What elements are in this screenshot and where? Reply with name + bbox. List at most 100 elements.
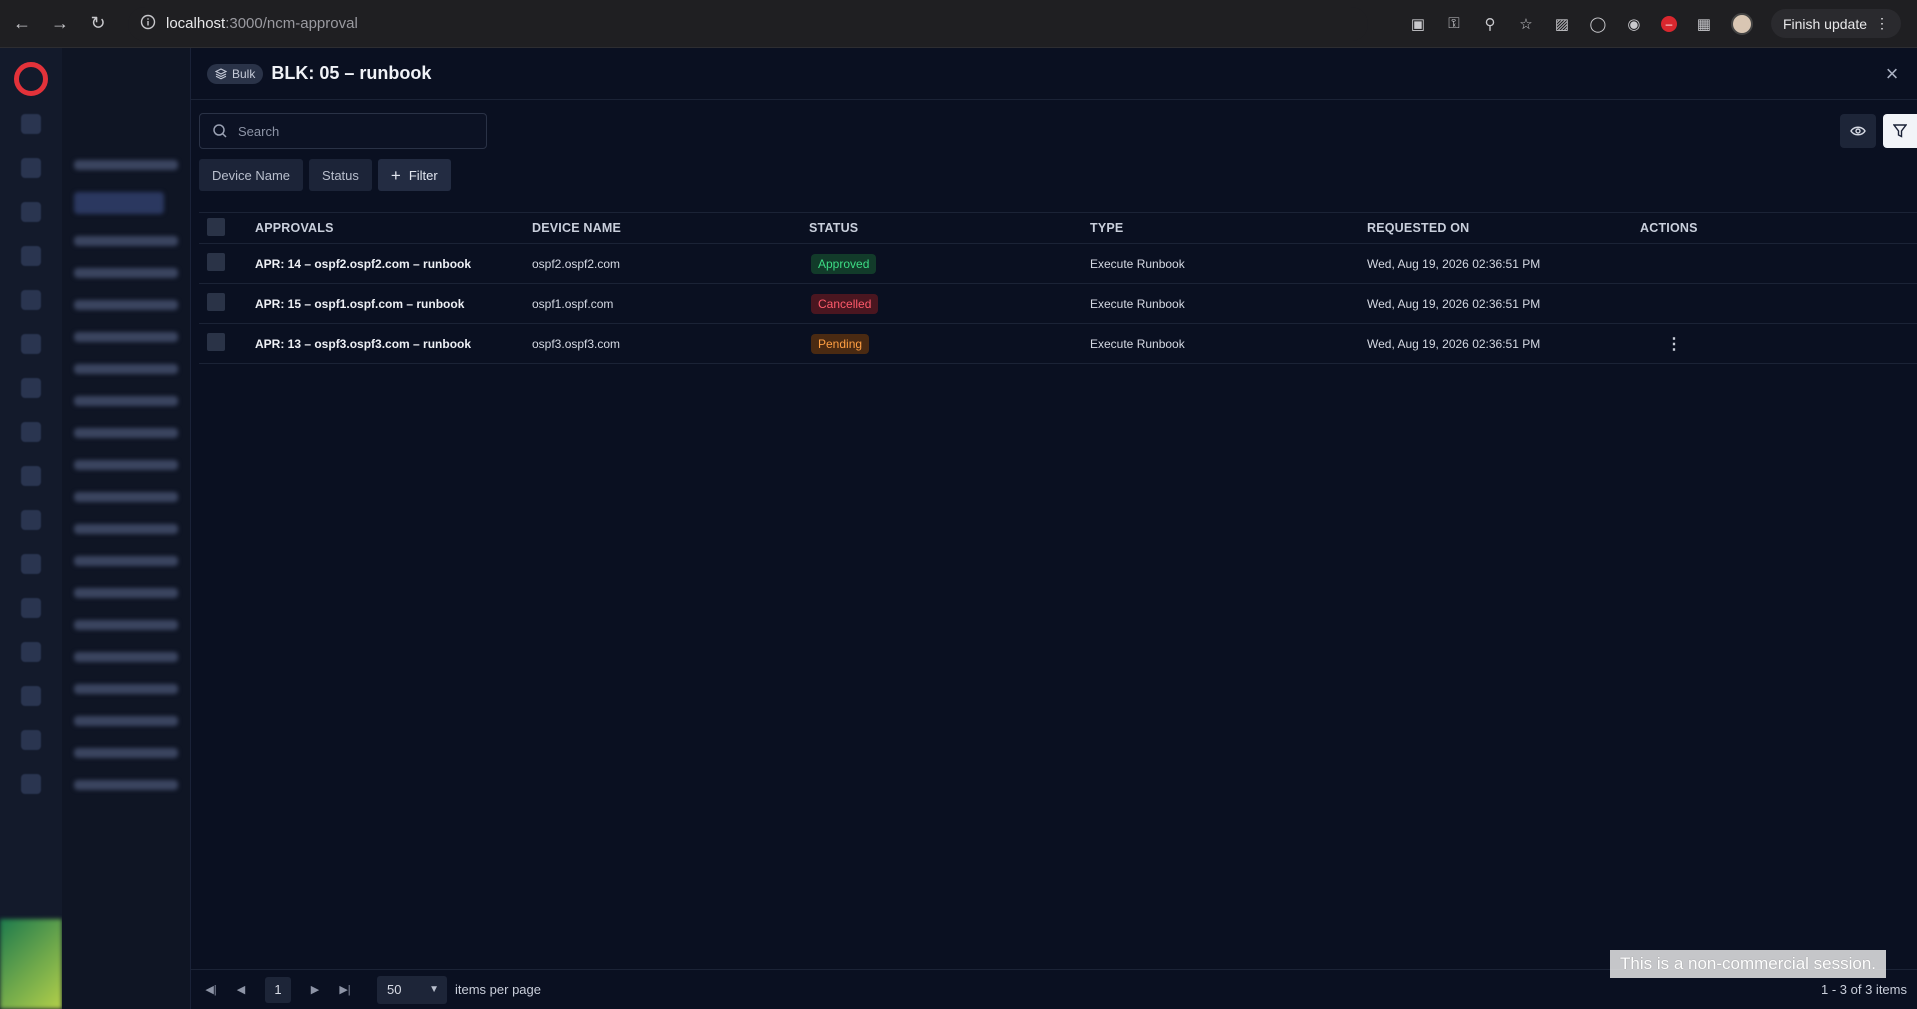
nav-icon[interactable] [21, 246, 41, 266]
finish-update-label: Finish update [1782, 15, 1867, 32]
browser-toolbar: ← → ↻ localhost:3000/ncm-approval ▣ ⚿ ⚲ … [0, 0, 1917, 48]
requested-on-value: Wed, Aug 19, 2026 02:36:51 PM [1367, 296, 1541, 311]
blocker-extension-icon[interactable]: – [1660, 15, 1677, 32]
app-icon-rail [0, 48, 62, 1009]
approval-name[interactable]: APR: 13 – ospf3.ospf3.com – runbook [255, 337, 532, 351]
type-value: Execute Runbook [1090, 296, 1185, 311]
nav-icon[interactable] [21, 422, 41, 442]
status-badge: Cancelled [811, 293, 879, 314]
eye-icon [1850, 126, 1866, 136]
extension-icon[interactable]: ◯ [1589, 15, 1607, 33]
type-value: Execute Runbook [1090, 336, 1185, 351]
zoom-icon[interactable]: ⚲ [1481, 15, 1499, 33]
search-icon [213, 124, 227, 138]
nav-icon[interactable] [21, 774, 41, 794]
nav-icon[interactable] [21, 554, 41, 574]
nav-icon[interactable] [21, 686, 41, 706]
close-icon[interactable]: × [1881, 63, 1903, 86]
column-header-requested-on[interactable]: REQUESTED ON [1363, 221, 1640, 235]
nav-icon[interactable] [21, 290, 41, 310]
row-checkbox[interactable] [207, 253, 225, 271]
nav-icon[interactable] [21, 378, 41, 398]
back-icon[interactable]: ← [12, 13, 32, 34]
column-header-device-name[interactable]: DEVICE NAME [532, 221, 809, 235]
list-item-blurred [74, 300, 178, 310]
device-name: ospf3.ospf3.com [532, 336, 621, 351]
add-filter-button[interactable]: + Filter [377, 159, 451, 191]
requested-on-value: Wed, Aug 19, 2026 02:36:51 PM [1367, 256, 1541, 271]
background-approval-list [62, 48, 190, 1009]
search-input[interactable] [238, 123, 478, 139]
approval-name[interactable]: APR: 15 – ospf1.ospf.com – runbook [255, 297, 532, 311]
bulk-badge: Bulk [207, 63, 264, 84]
chip-status[interactable]: Status [309, 159, 372, 191]
table-row[interactable]: APR: 14 – ospf2.ospf2.com – runbook ospf… [199, 244, 1917, 284]
password-key-icon[interactable]: ⚿ [1445, 15, 1463, 33]
chip-device-name[interactable]: Device Name [199, 159, 304, 191]
row-actions-kebab-icon[interactable]: ⋮ [1664, 334, 1684, 354]
user-avatar-blurred [0, 919, 62, 1009]
nav-icon[interactable] [21, 334, 41, 354]
table-row[interactable]: APR: 15 – ospf1.ospf.com – runbook ospf1… [199, 284, 1917, 324]
nav-icon[interactable] [21, 114, 41, 134]
filter-chips: Device Name Status + Filter [199, 159, 451, 191]
nav-icon[interactable] [21, 730, 41, 750]
reload-icon[interactable]: ↻ [88, 13, 108, 34]
items-per-page-label: items per page [455, 982, 541, 997]
search-field[interactable] [199, 113, 487, 149]
requested-on-value: Wed, Aug 19, 2026 02:36:51 PM [1367, 336, 1541, 351]
drawer-header: Bulk BLK: 05 – runbook [191, 48, 1917, 100]
forward-icon[interactable]: → [50, 13, 70, 34]
profile-avatar[interactable] [1730, 12, 1753, 35]
extension-icon[interactable]: ◉ [1625, 15, 1643, 33]
list-item-blurred [74, 236, 178, 246]
puzzle-icon[interactable]: ▦ [1695, 15, 1713, 33]
column-header-approvals[interactable]: APPROVALS [255, 221, 532, 235]
drawer-title: BLK: 05 – runbook [271, 63, 432, 83]
first-page-icon[interactable]: ◀| [205, 983, 217, 996]
search-blurred [74, 160, 178, 170]
nav-icon[interactable] [21, 202, 41, 222]
extension-icon[interactable]: ▨ [1553, 15, 1571, 33]
bulk-approval-drawer: Bulk BLK: 05 – runbook × Device Name Sta… [190, 48, 1917, 1009]
items-per-page-select[interactable]: 50 ▼ [377, 975, 447, 1004]
nav-icon[interactable] [21, 510, 41, 530]
nav-icon[interactable] [21, 466, 41, 486]
row-checkbox[interactable] [207, 293, 225, 311]
list-item-blurred [74, 620, 178, 630]
column-header-type[interactable]: TYPE [1086, 221, 1363, 235]
last-page-icon[interactable]: ▶| [339, 983, 351, 996]
nav-icon[interactable] [21, 642, 41, 662]
current-page-button[interactable]: 1 [265, 976, 291, 1003]
list-item-blurred [74, 492, 178, 502]
finish-update-button[interactable]: Finish update ⋮ [1770, 9, 1901, 38]
non-commercial-watermark: This is a non-commercial session. [1610, 950, 1886, 978]
column-visibility-button[interactable] [1840, 114, 1876, 148]
filter-toggle-button[interactable] [1883, 114, 1917, 148]
status-badge: Approved [811, 253, 877, 274]
row-checkbox[interactable] [207, 333, 225, 351]
list-item-blurred [74, 556, 178, 566]
bookmark-star-icon[interactable]: ☆ [1517, 15, 1535, 33]
device-name: ospf2.ospf2.com [532, 256, 621, 271]
select-all-checkbox[interactable] [207, 217, 225, 236]
table-row[interactable]: APR: 13 – ospf3.ospf3.com – runbook ospf… [199, 324, 1917, 364]
approval-name[interactable]: APR: 14 – ospf2.ospf2.com – runbook [255, 257, 532, 271]
list-item-blurred [74, 780, 178, 790]
site-info-icon[interactable] [140, 14, 156, 34]
prev-page-icon[interactable]: ◀ [235, 983, 247, 996]
bulk-badge-label: Bulk [232, 66, 256, 81]
nav-icon[interactable] [21, 598, 41, 618]
column-header-status[interactable]: STATUS [809, 221, 1086, 235]
app-logo [14, 62, 48, 96]
list-item-blurred [74, 268, 178, 278]
more-vert-icon: ⋮ [1875, 15, 1889, 31]
list-item-blurred [74, 684, 178, 694]
cast-icon[interactable]: ▣ [1409, 15, 1427, 33]
list-item-blurred [74, 748, 178, 758]
next-page-icon[interactable]: ▶ [309, 983, 321, 996]
chevron-down-icon: ▼ [429, 984, 439, 995]
nav-icon[interactable] [21, 158, 41, 178]
list-item-blurred [74, 524, 178, 534]
address-bar[interactable]: localhost:3000/ncm-approval [128, 6, 1368, 41]
